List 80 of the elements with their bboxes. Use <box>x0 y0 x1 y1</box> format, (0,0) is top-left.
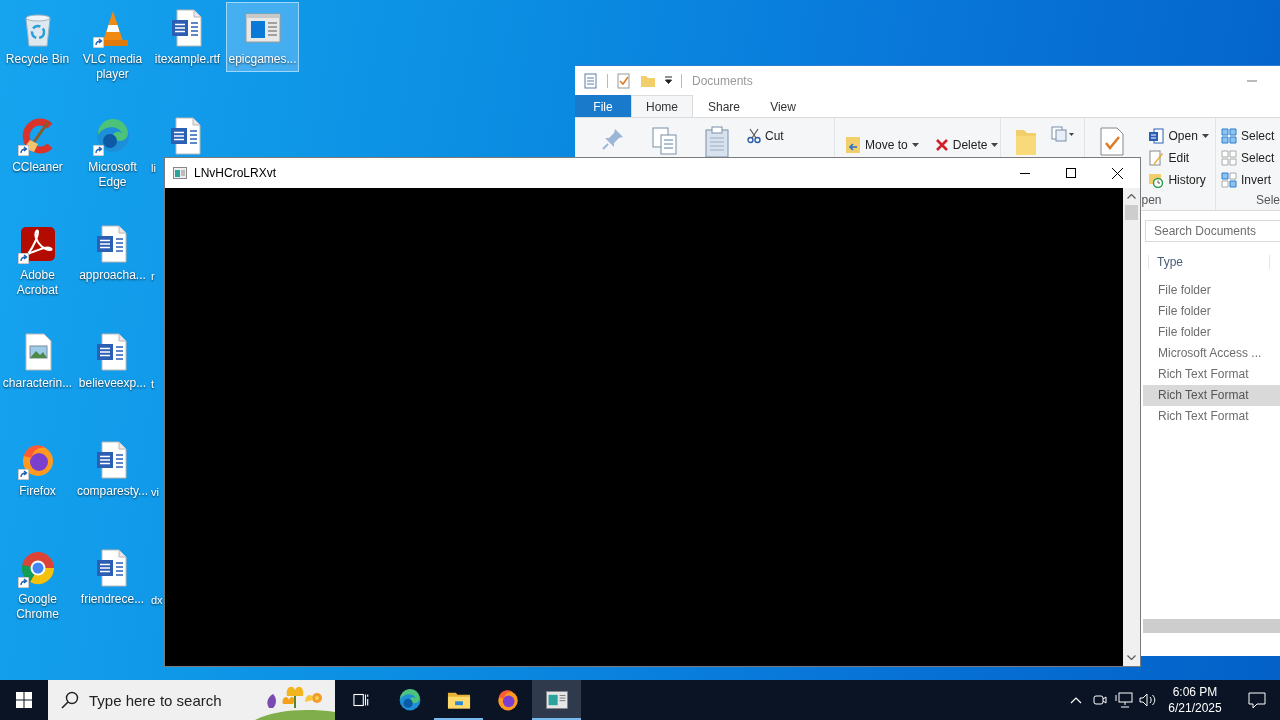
windows-logo-icon <box>16 692 32 708</box>
grid-icon <box>1220 172 1237 188</box>
file-row[interactable]: Microsoft Access ... <box>1143 343 1280 364</box>
horizontal-scrollbar[interactable] <box>1143 619 1280 633</box>
taskbar-button[interactable] <box>532 680 581 720</box>
group-label: Sele <box>1255 193 1280 207</box>
desktop-item-label[interactable]: t <box>151 377 155 392</box>
caret-up-icon <box>1127 194 1136 199</box>
file-row[interactable]: File folder <box>1143 301 1280 322</box>
close-icon <box>934 138 949 152</box>
select-none-button[interactable]: Select <box>1218 148 1277 168</box>
window-title: Documents <box>692 73 753 88</box>
scissors-icon <box>747 128 761 144</box>
group-label: pen <box>1141 193 1162 207</box>
file-row[interactable]: File folder <box>1143 280 1280 301</box>
grid-icon <box>1220 128 1237 144</box>
desktop-item[interactable]: VLC media player <box>76 2 149 87</box>
edit-button[interactable]: Edit <box>1146 148 1211 168</box>
file-row[interactable]: Rich Text Format <box>1143 385 1280 406</box>
window-title: LNvHCroLRXvt <box>194 166 277 180</box>
caret-icon <box>911 143 919 147</box>
delete-button[interactable]: Delete <box>932 135 1001 155</box>
desktop-item[interactable]: Google Chrome <box>1 542 74 627</box>
file-row[interactable]: Rich Text Format <box>1143 364 1280 385</box>
invert-selection-button[interactable]: Invert <box>1218 170 1277 190</box>
ribbon-tab[interactable]: Home <box>631 95 693 117</box>
clock-date[interactable]: 6/21/2025 <box>1164 700 1226 716</box>
checklist-icon[interactable] <box>1099 126 1126 156</box>
desktop-item[interactable]: Adobe Acrobat <box>1 218 74 303</box>
desktop-item[interactable]: approacha... <box>76 218 149 288</box>
notification-icon[interactable] <box>1248 691 1266 709</box>
caret-icon <box>991 143 999 147</box>
file-row[interactable]: File folder <box>1143 322 1280 343</box>
cut-button[interactable]: Cut <box>745 126 786 146</box>
document-icon <box>1148 128 1165 144</box>
chevron-up-icon[interactable] <box>1070 696 1082 704</box>
desktop-item[interactable]: believeexp... <box>76 326 149 396</box>
ribbon-tab[interactable]: Share <box>693 95 756 117</box>
desktop-item-label[interactable]: r <box>151 269 155 284</box>
camera-icon[interactable] <box>1092 692 1108 708</box>
caret-icon <box>1201 134 1209 138</box>
file-row[interactable]: Rich Text Format <box>1143 406 1280 427</box>
desktop-item-label[interactable]: dx <box>151 593 163 608</box>
history-button[interactable]: History <box>1146 170 1211 190</box>
file-menu-button[interactable]: File <box>575 95 631 117</box>
minimize-icon <box>1020 172 1030 174</box>
desktop-item[interactable]: Recycle Bin <box>1 2 74 72</box>
column-header[interactable]: Type <box>1148 255 1270 269</box>
desktop-item[interactable]: CCleaner <box>1 110 74 180</box>
clipboard-icon[interactable] <box>704 126 730 158</box>
scrollbar-thumb[interactable] <box>1125 205 1138 220</box>
desktop-item[interactable]: Firefox <box>1 434 74 504</box>
scrollbar-track[interactable] <box>1123 188 1140 666</box>
search-icon <box>61 691 79 709</box>
desktop-item-label[interactable]: li <box>151 161 156 176</box>
desktop-item[interactable]: Microsoft Edge <box>76 110 149 195</box>
desktop-item[interactable]: friendrece... <box>76 542 149 612</box>
desktop-item-label[interactable]: vi <box>151 485 159 500</box>
new-item-icon[interactable] <box>1051 126 1076 142</box>
volume-icon[interactable] <box>1139 692 1157 708</box>
network-icon[interactable] <box>1115 692 1133 708</box>
select-all-button[interactable]: Select <box>1218 126 1277 146</box>
maximize-icon <box>1066 168 1076 178</box>
window-icon <box>173 167 187 179</box>
pencil-icon <box>1148 150 1165 166</box>
desktop-item[interactable]: characterin... <box>1 326 74 396</box>
open-button[interactable]: Open <box>1146 126 1211 146</box>
desktop-item[interactable]: comparesty... <box>76 434 149 504</box>
clock-time[interactable]: 6:06 PM <box>1164 684 1226 700</box>
history-icon <box>1148 172 1165 188</box>
search-field[interactable]: Type here to search <box>48 680 335 720</box>
dropdown-icon[interactable] <box>664 76 673 85</box>
checklist-icon[interactable] <box>616 72 632 89</box>
search-field[interactable]: Search Documents <box>1145 220 1280 242</box>
move-to-button[interactable]: Move to <box>843 135 921 155</box>
desktop-item[interactable]: itexample.rtf <box>151 2 224 72</box>
ribbon-tab[interactable]: View <box>755 95 812 117</box>
close-icon <box>1111 167 1123 179</box>
caret-down-icon <box>1127 655 1136 660</box>
grid-icon <box>1220 150 1237 166</box>
